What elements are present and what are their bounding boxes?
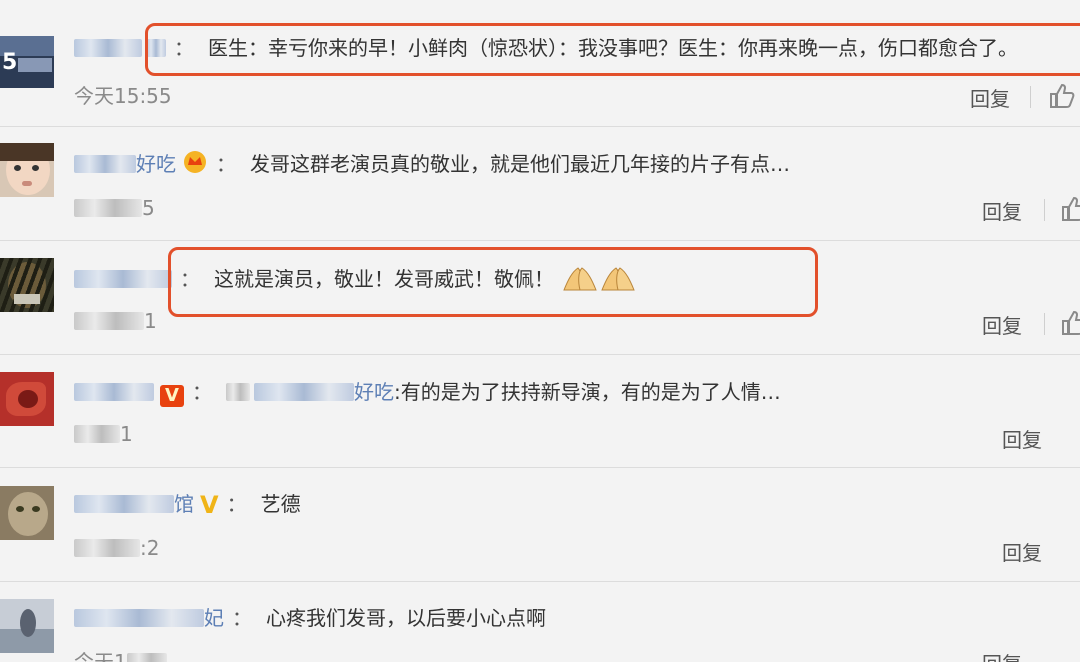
highlight-box: [168, 247, 818, 317]
comment-line: V：好吃:有的是为了扶持新导演，有的是为了人情…: [74, 378, 781, 407]
avatar[interactable]: [0, 258, 54, 312]
comment-time: 今天15:55: [74, 84, 172, 108]
reply-button[interactable]: 回复: [982, 196, 1022, 225]
comment-time: :2: [74, 536, 159, 560]
comment-text: :有的是为了扶持新导演，有的是为了人情…: [394, 380, 781, 404]
comment-time: 5: [74, 196, 155, 220]
comment-time: 今天1: [74, 646, 167, 662]
thumbs-up-icon[interactable]: [1048, 82, 1076, 110]
username[interactable]: [74, 380, 154, 404]
reply-button[interactable]: 回复: [982, 648, 1022, 662]
comment-line: 妃：心疼我们发哥，以后要小心点啊: [74, 604, 546, 632]
divider: [1044, 313, 1045, 335]
avatar[interactable]: [0, 599, 54, 653]
username[interactable]: 馆: [74, 492, 194, 516]
username[interactable]: 妃: [74, 606, 224, 630]
thumbs-up-icon[interactable]: [1060, 195, 1080, 223]
highlight-box: [145, 23, 1080, 76]
divider: [0, 240, 1080, 241]
divider: [1044, 199, 1045, 221]
vip-badge: V: [160, 385, 184, 407]
verified-badge: V: [200, 491, 219, 519]
divider: [0, 126, 1080, 127]
comment-text: 发哥这群老演员真的敬业，就是他们最近几年接的片子有点…: [250, 152, 790, 176]
divider: [1030, 86, 1031, 108]
comment-time: 1: [74, 422, 133, 446]
reply-button[interactable]: 回复: [1002, 537, 1042, 566]
comment-text: 艺德: [260, 492, 301, 516]
username[interactable]: 好吃: [74, 152, 176, 176]
comment-line: 好吃：发哥这群老演员真的敬业，就是他们最近几年接的片子有点…: [74, 150, 790, 181]
reply-button[interactable]: 回复: [970, 83, 1010, 112]
avatar-text: 5: [2, 50, 18, 75]
avatar[interactable]: 5: [0, 36, 54, 88]
comment-text: 心疼我们发哥，以后要小心点啊: [266, 606, 546, 630]
divider: [0, 467, 1080, 468]
avatar[interactable]: [0, 143, 54, 197]
reply-button[interactable]: 回复: [982, 310, 1022, 339]
crown-icon: [182, 150, 208, 181]
reply-button[interactable]: 回复: [1002, 424, 1042, 453]
divider: [0, 581, 1080, 582]
comment-line: 馆 V：艺德: [74, 490, 301, 519]
avatar[interactable]: [0, 372, 54, 426]
divider: [0, 354, 1080, 355]
comment-time: 1: [74, 309, 157, 333]
username[interactable]: [74, 267, 172, 291]
avatar[interactable]: [0, 486, 54, 540]
mention-user[interactable]: 好吃: [226, 380, 394, 404]
thumbs-up-icon[interactable]: [1060, 309, 1080, 337]
